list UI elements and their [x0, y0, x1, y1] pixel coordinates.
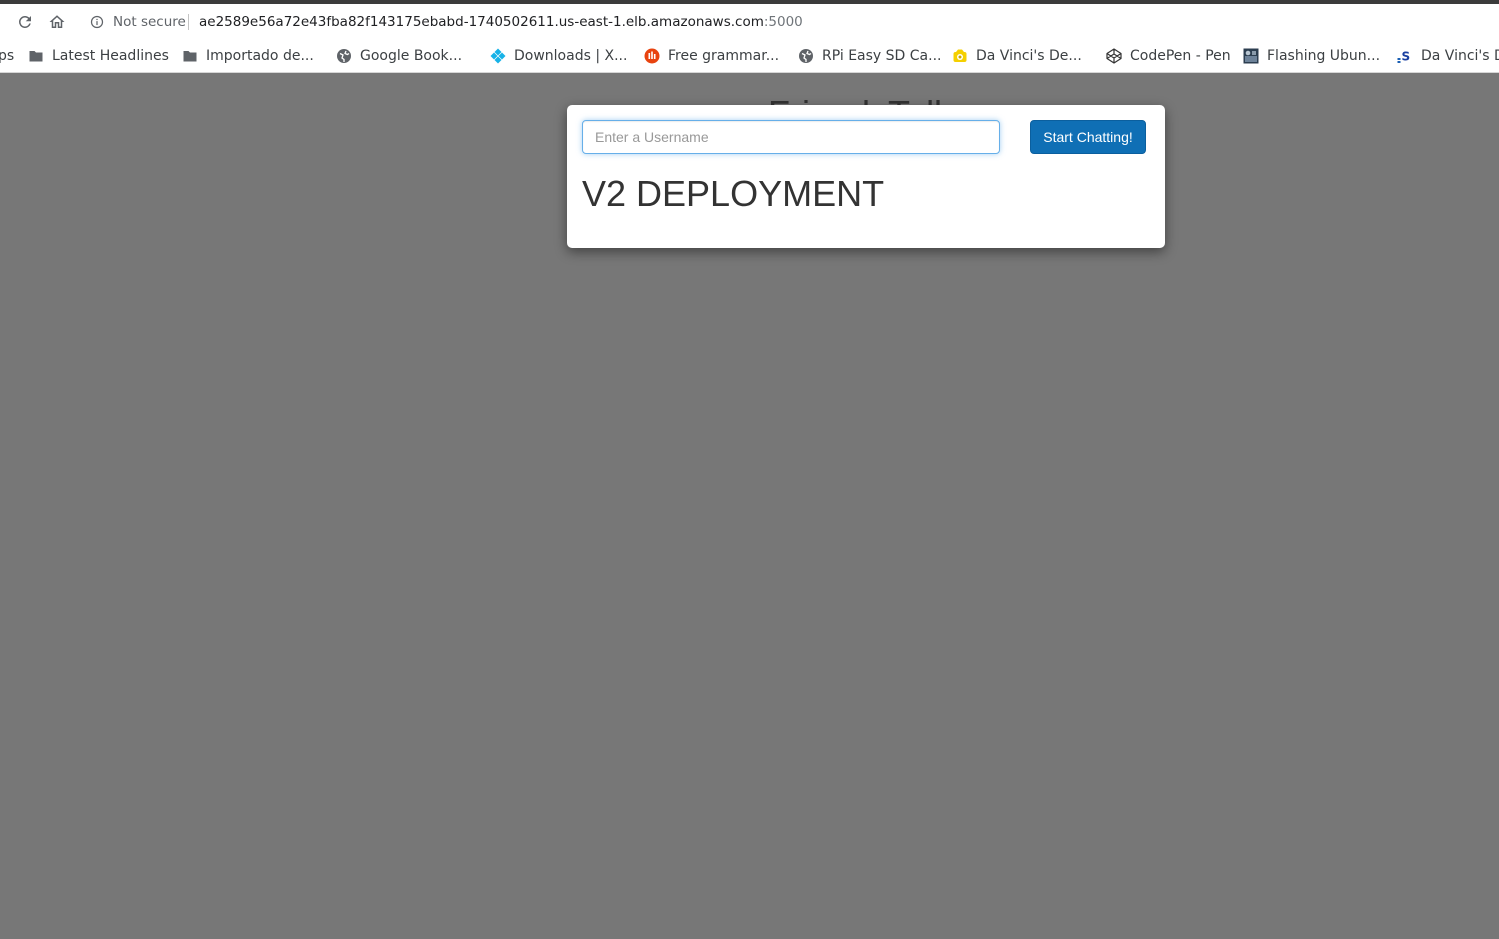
home-button[interactable]	[45, 10, 69, 34]
bookmark-label: Google Book...	[360, 48, 463, 64]
bookmark-free-grammar[interactable]: Free grammar...	[644, 46, 779, 66]
address-bar[interactable]: Not secure ae2589e56a72e43fba82f143175eb…	[80, 8, 1499, 36]
bookmark-item[interactable]: ps	[0, 46, 14, 66]
kodi-icon	[490, 48, 506, 64]
url-separator	[188, 14, 189, 30]
url-host: ae2589e56a72e43fba82f143175ebabd-1740502…	[199, 14, 764, 30]
bookmark-label: ps	[0, 48, 15, 64]
start-chatting-button[interactable]: Start Chatting!	[1030, 120, 1146, 154]
bookmark-da-vinci-2[interactable]: S Da Vinci's D	[1397, 46, 1499, 66]
home-icon	[49, 15, 65, 28]
login-card: Start Chatting! V2 DEPLOYMENT	[567, 105, 1165, 248]
bookmark-label: CodePen - Pen	[1130, 48, 1231, 64]
bookmark-label: Flashing Ubun...	[1267, 48, 1381, 64]
bookmark-folder-importado[interactable]: Importado de...	[182, 46, 314, 66]
deployment-heading: V2 DEPLOYMENT	[582, 173, 885, 214]
security-status[interactable]: Not secure	[113, 14, 186, 30]
bookmark-codepen[interactable]: CodePen - Pen	[1106, 46, 1231, 66]
bookmark-label: Importado de...	[206, 48, 314, 64]
bookmark-flashing-ubuntu[interactable]: Flashing Ubun...	[1243, 46, 1380, 66]
bookmarks-bar: ps Latest Headlines Importado de... Goog…	[0, 40, 1499, 73]
globe-icon	[799, 49, 813, 63]
bookmark-label: Free grammar...	[668, 48, 780, 64]
bookmark-label: Latest Headlines	[52, 48, 169, 64]
bookmark-rpi-easy-sd[interactable]: RPi Easy SD Ca...	[798, 46, 941, 66]
svg-text:S: S	[1402, 50, 1411, 64]
ubuntu-image-icon	[1243, 48, 1259, 64]
url-text[interactable]: ae2589e56a72e43fba82f143175ebabd-1740502…	[199, 14, 803, 30]
url-port: :5000	[763, 14, 803, 30]
bookmark-label: Da Vinci's De...	[976, 48, 1082, 64]
globe-icon	[337, 49, 351, 63]
davinci-icon	[953, 49, 967, 62]
grammar-site-icon	[644, 48, 660, 64]
bookmark-folder-latest-headlines[interactable]: Latest Headlines	[28, 46, 169, 66]
browser-toolbar: Not secure ae2589e56a72e43fba82f143175eb…	[0, 4, 1499, 40]
folder-icon	[183, 51, 197, 62]
info-icon[interactable]	[90, 15, 104, 29]
codepen-icon	[1106, 48, 1122, 64]
bookmark-google-books[interactable]: Google Book...	[336, 46, 462, 66]
bookmark-da-vinci-1[interactable]: Da Vinci's De...	[952, 46, 1082, 66]
bookmark-downloads-x[interactable]: Downloads | X...	[490, 46, 627, 66]
s-site-icon: S	[1397, 50, 1411, 64]
bookmark-label: Downloads | X...	[514, 48, 628, 64]
bookmark-label: RPi Easy SD Ca...	[822, 48, 942, 64]
reload-icon	[18, 15, 31, 28]
username-input[interactable]	[582, 120, 1000, 154]
folder-icon	[29, 51, 43, 62]
bookmark-label: Da Vinci's D	[1421, 48, 1499, 64]
reload-button[interactable]	[13, 10, 37, 34]
